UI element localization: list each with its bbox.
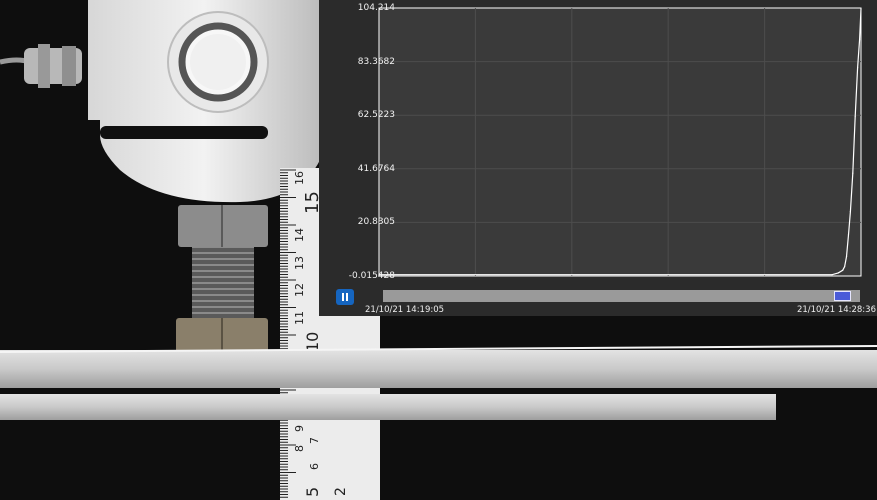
data-point [860,7,862,10]
ruler-number: 6 [308,463,321,470]
start-time-label: 21/10/21 14:19:05 [365,305,445,315]
data-point [849,211,851,213]
ruler-number: 12 [293,283,306,297]
pause-icon [342,293,344,301]
ruler-number: 2 [333,487,349,496]
ruler-number: 13 [293,256,306,270]
y-tick-label: 20.8305 [357,217,395,228]
data-point [857,67,859,69]
ruler-number: 8 [293,445,306,452]
ruler-number: 14 [293,228,306,242]
ruler-number: 5 [303,487,322,497]
data-point [858,38,861,41]
pause-icon [346,293,348,301]
y-tick-label: 83.3682 [357,56,395,67]
data-point [831,274,833,276]
data-point [837,272,839,274]
ruler-number: 11 [293,311,306,325]
pause-button[interactable] [336,289,354,305]
data-point [844,266,846,268]
y-tick-label: 104.214 [357,3,395,13]
graph-panel: 104.214 83.3682 62.5223 41.6764 20.8305 -0.01… [319,0,877,316]
ruler-number: 7 [308,437,321,444]
data-point [847,234,850,236]
threaded-rod [192,247,254,322]
upper-aluminum-bar [0,350,877,388]
force-chart [378,7,862,277]
lower-aluminum-bar [0,394,776,420]
time-scrollbar[interactable] [383,290,860,302]
end-time-label: 21/10/21 14:28:36 [796,305,876,315]
ruler-number: 16 [293,171,306,185]
data-point [845,256,848,258]
plot-area [378,7,862,277]
y-tick-label: -0.015428 [348,271,395,281]
scrollbar-thumb[interactable] [833,291,851,301]
data-point [852,172,854,174]
data-point [854,115,856,118]
data-point [842,269,844,271]
ruler-number: 9 [293,425,306,432]
y-tick-label: 41.6764 [357,163,395,174]
y-tick-label: 62.5223 [357,110,395,121]
